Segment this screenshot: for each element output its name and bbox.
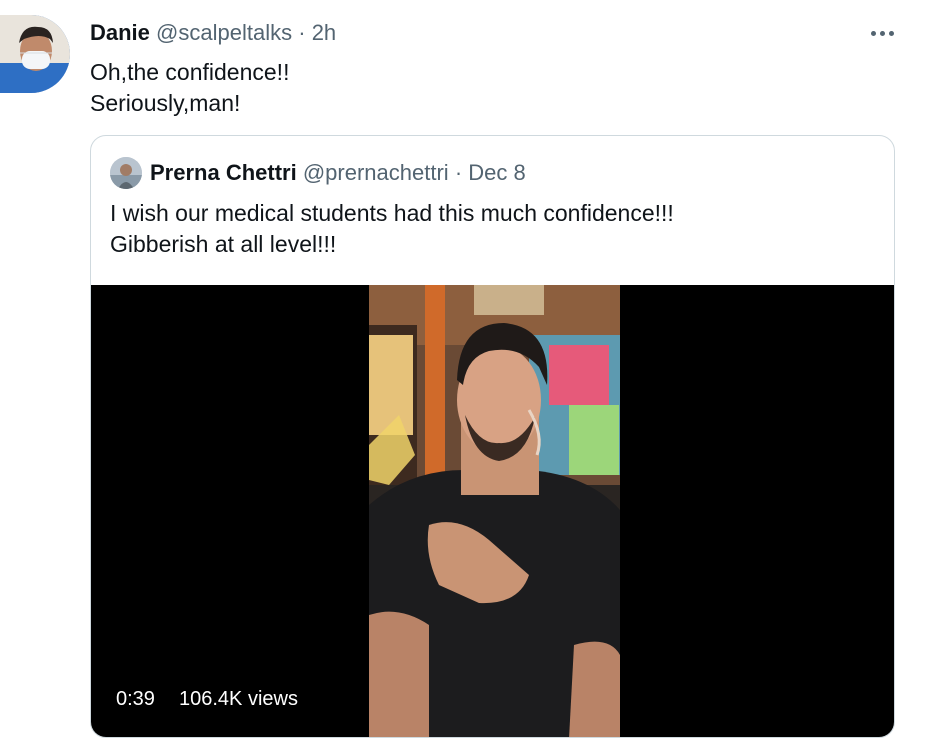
quoted-avatar-image (110, 157, 142, 189)
video-frame (369, 285, 620, 737)
quoted-date[interactable]: Dec 8 (468, 160, 525, 185)
user-handle[interactable]: @scalpeltalks (156, 20, 292, 45)
video-thumbnail (369, 285, 620, 737)
quoted-tweet-header: Prerna Chettri @prernachettri · Dec 8 (150, 160, 526, 186)
video-view-count: 106.4K views (179, 688, 298, 710)
tweet-text-line: Seriously,man! (90, 90, 241, 116)
quoted-tweet-card[interactable]: Prerna Chettri @prernachettri · Dec 8 I … (90, 135, 895, 738)
video-duration: 0:39 (116, 688, 155, 710)
tweet-header: Danie @scalpeltalks · 2h (90, 20, 336, 46)
quoted-user-handle[interactable]: @prernachettri (303, 160, 449, 185)
tweet-text: Oh,the confidence!! Seriously,man! (90, 57, 289, 119)
quoted-tweet-text-line: Gibberish at all level!!! (110, 231, 337, 257)
tweet-text-line: Oh,the confidence!! (90, 59, 290, 85)
timestamp[interactable]: 2h (312, 20, 336, 45)
more-horizontal-icon[interactable] (862, 20, 902, 46)
quoted-display-name[interactable]: Prerna Chettri (150, 160, 297, 185)
separator-dot: · (298, 20, 306, 45)
separator-dot: · (454, 160, 463, 185)
quoted-avatar[interactable] (110, 157, 142, 189)
quoted-tweet-text: I wish our medical students had this muc… (110, 198, 674, 260)
quoted-tweet-text-line: I wish our medical students had this muc… (110, 200, 674, 226)
avatar[interactable] (0, 15, 70, 93)
video-player[interactable]: 0:39 106.4K views (91, 285, 894, 737)
avatar-image (0, 15, 70, 93)
display-name[interactable]: Danie (90, 20, 150, 45)
